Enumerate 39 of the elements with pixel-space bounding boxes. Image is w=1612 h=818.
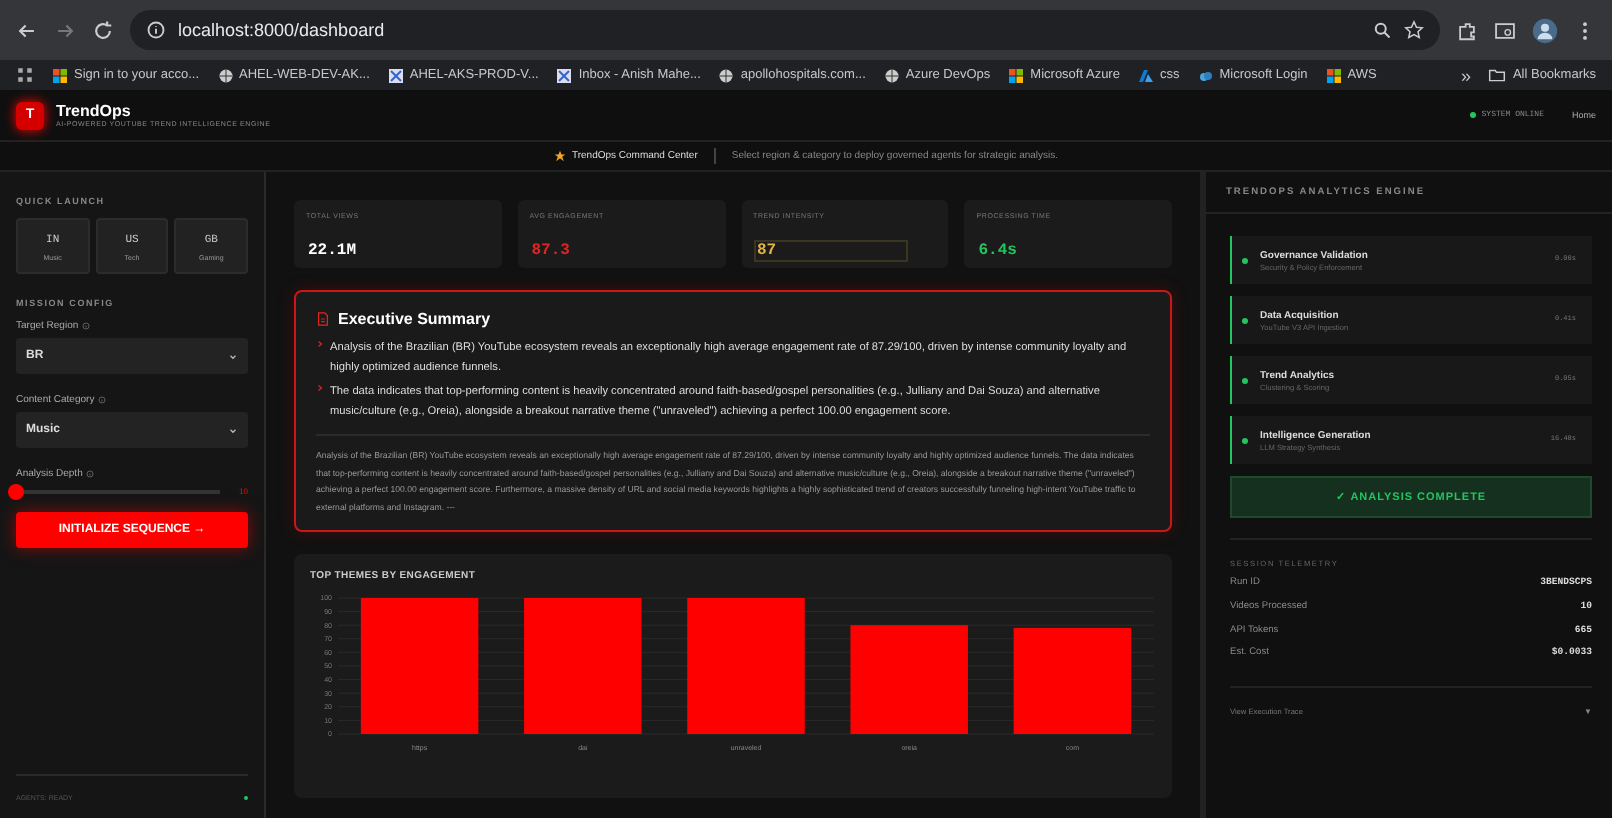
- slider-thumb[interactable]: [8, 483, 24, 499]
- more-bookmarks[interactable]: »: [1460, 65, 1471, 85]
- profile-avatar-icon[interactable]: [1532, 17, 1558, 43]
- tab-search-icon[interactable]: [1494, 19, 1516, 41]
- stat-value: 6.4s: [976, 242, 1019, 260]
- document-icon: [316, 312, 330, 326]
- globe-icon: [217, 67, 234, 83]
- bullet-icon: [316, 384, 324, 392]
- chevron-icon: [228, 425, 238, 435]
- cross-icon: [387, 67, 404, 83]
- apps-icon[interactable]: [16, 66, 34, 84]
- puzzle-icon[interactable]: [1456, 19, 1478, 41]
- app-title: TrendOps: [56, 102, 133, 120]
- info-icon: [82, 322, 91, 330]
- bullet-icon: [316, 340, 324, 348]
- tiles-icon: [1008, 67, 1025, 83]
- cloud-icon: [1197, 67, 1214, 83]
- info-icon: [86, 470, 95, 478]
- info-icon[interactable]: [146, 20, 166, 40]
- stat-value: 87: [753, 240, 909, 262]
- triangle-icon: [1137, 67, 1154, 83]
- globe-icon: [718, 67, 735, 83]
- folder-icon: [1488, 66, 1507, 84]
- tiles-icon: [1325, 67, 1342, 83]
- spark-icon: [553, 150, 566, 162]
- back-icon[interactable]: [16, 19, 38, 41]
- info-icon: [98, 396, 107, 404]
- address-bar[interactable]: localhost:8000/dashboard: [130, 10, 1440, 50]
- star-icon[interactable]: [1404, 20, 1424, 40]
- forward-icon[interactable]: [54, 19, 76, 41]
- reload-icon[interactable]: [92, 19, 114, 41]
- stat-value: 22.1M: [306, 242, 359, 260]
- stat-value: 87.3: [529, 242, 572, 260]
- globe-icon: [883, 67, 900, 83]
- cross-icon: [556, 67, 573, 83]
- tiles-icon: [52, 67, 68, 83]
- zoom-icon[interactable]: [1372, 20, 1392, 40]
- summary-title: Executive Summary: [338, 310, 491, 328]
- chevron-icon: [228, 351, 238, 361]
